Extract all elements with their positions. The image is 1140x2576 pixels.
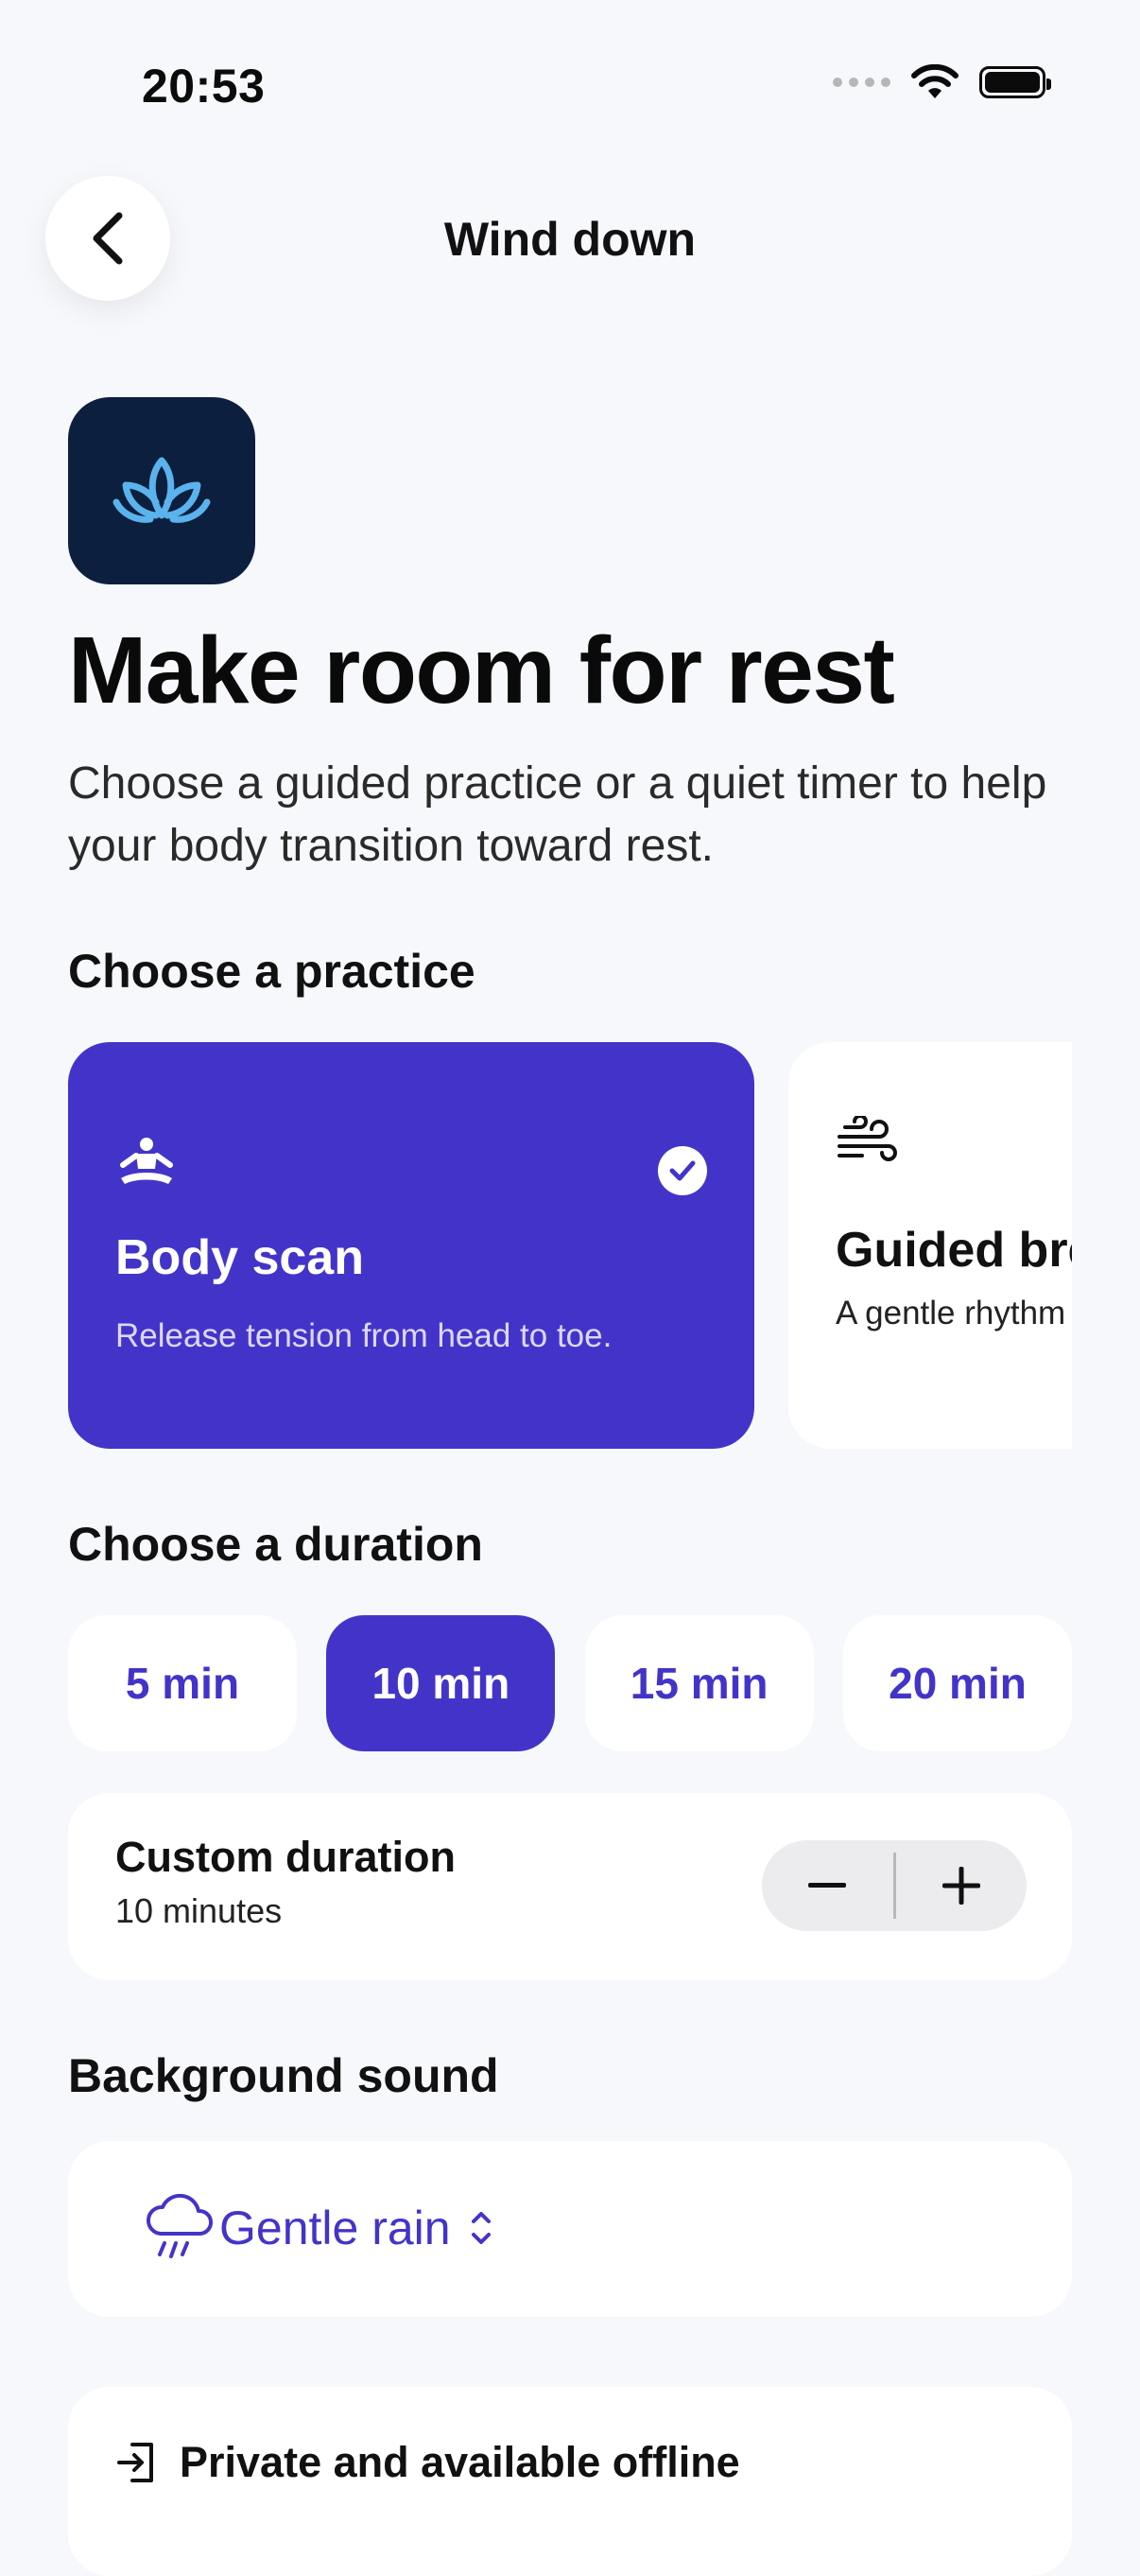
practice-card-description: Release tension from head to toe. <box>115 1317 613 1354</box>
page-subtitle: Choose a guided practice or a quiet time… <box>68 758 1047 871</box>
sound-section-title: Background sound <box>68 2049 499 2102</box>
minus-icon <box>808 1883 847 1888</box>
sound-selected-label: Gentle rain <box>219 2202 451 2254</box>
practice-card-body-scan[interactable]: Body scan Release tension from head to t… <box>68 1042 754 1449</box>
practice-section-title: Choose a practice <box>68 945 475 998</box>
cloud-rain-icon <box>146 2194 213 2258</box>
practice-card-guided-breathing[interactable]: Guided breathing A gentle rhythm for set… <box>788 1042 1072 1449</box>
privacy-label: Private and available offline <box>180 2438 740 2486</box>
duration-chip-15[interactable]: 15 min <box>584 1615 814 1751</box>
nav-title: Wind down <box>443 213 697 266</box>
battery-icon <box>979 66 1051 98</box>
custom-duration-value: 10 minutes <box>115 1891 283 1930</box>
practice-card-title: Guided breathing <box>836 1223 1072 1278</box>
practice-card-description: A gentle rhythm for settling attention. <box>836 1295 1072 1332</box>
plus-icon <box>941 1867 980 1905</box>
wind-icon <box>836 1114 898 1174</box>
cellular-signal-icon <box>833 78 890 87</box>
increment-button[interactable] <box>896 1840 1028 1931</box>
decrement-button[interactable] <box>762 1840 893 1931</box>
privacy-row: Private and available offline <box>115 2438 740 2487</box>
custom-duration-card: Custom duration 10 minutes <box>68 1793 1072 1980</box>
duration-chip-10[interactable]: 10 min <box>326 1615 556 1751</box>
meditation-person-icon <box>115 1137 178 1191</box>
sound-picker[interactable]: Gentle rain <box>68 2141 1072 2317</box>
status-time: 20:53 <box>142 60 266 113</box>
selected-check-icon <box>658 1146 707 1195</box>
duration-chip-5[interactable]: 5 min <box>68 1615 297 1751</box>
privacy-card: Private and available offline <box>68 2387 1072 2576</box>
app-icon <box>68 397 255 584</box>
lotus-icon <box>112 457 211 523</box>
duration-section-title: Choose a duration <box>68 1518 483 1571</box>
duration-stepper <box>762 1840 1027 1931</box>
status-indicators <box>833 64 1051 100</box>
page-title: Make room for rest <box>68 618 895 723</box>
practice-card-title: Body scan <box>115 1230 364 1285</box>
chevron-up-down-icon <box>471 2212 491 2244</box>
duration-chip-20[interactable]: 20 min <box>842 1615 1072 1751</box>
practice-carousel[interactable]: Body scan Release tension from head to t… <box>68 1042 1072 1451</box>
duration-options: 5 min 10 min 15 min 20 min <box>68 1615 1072 1751</box>
sound-picker-button[interactable]: Gentle rain <box>144 2194 500 2262</box>
custom-duration-title: Custom duration <box>115 1833 456 1881</box>
wifi-icon <box>911 64 959 98</box>
